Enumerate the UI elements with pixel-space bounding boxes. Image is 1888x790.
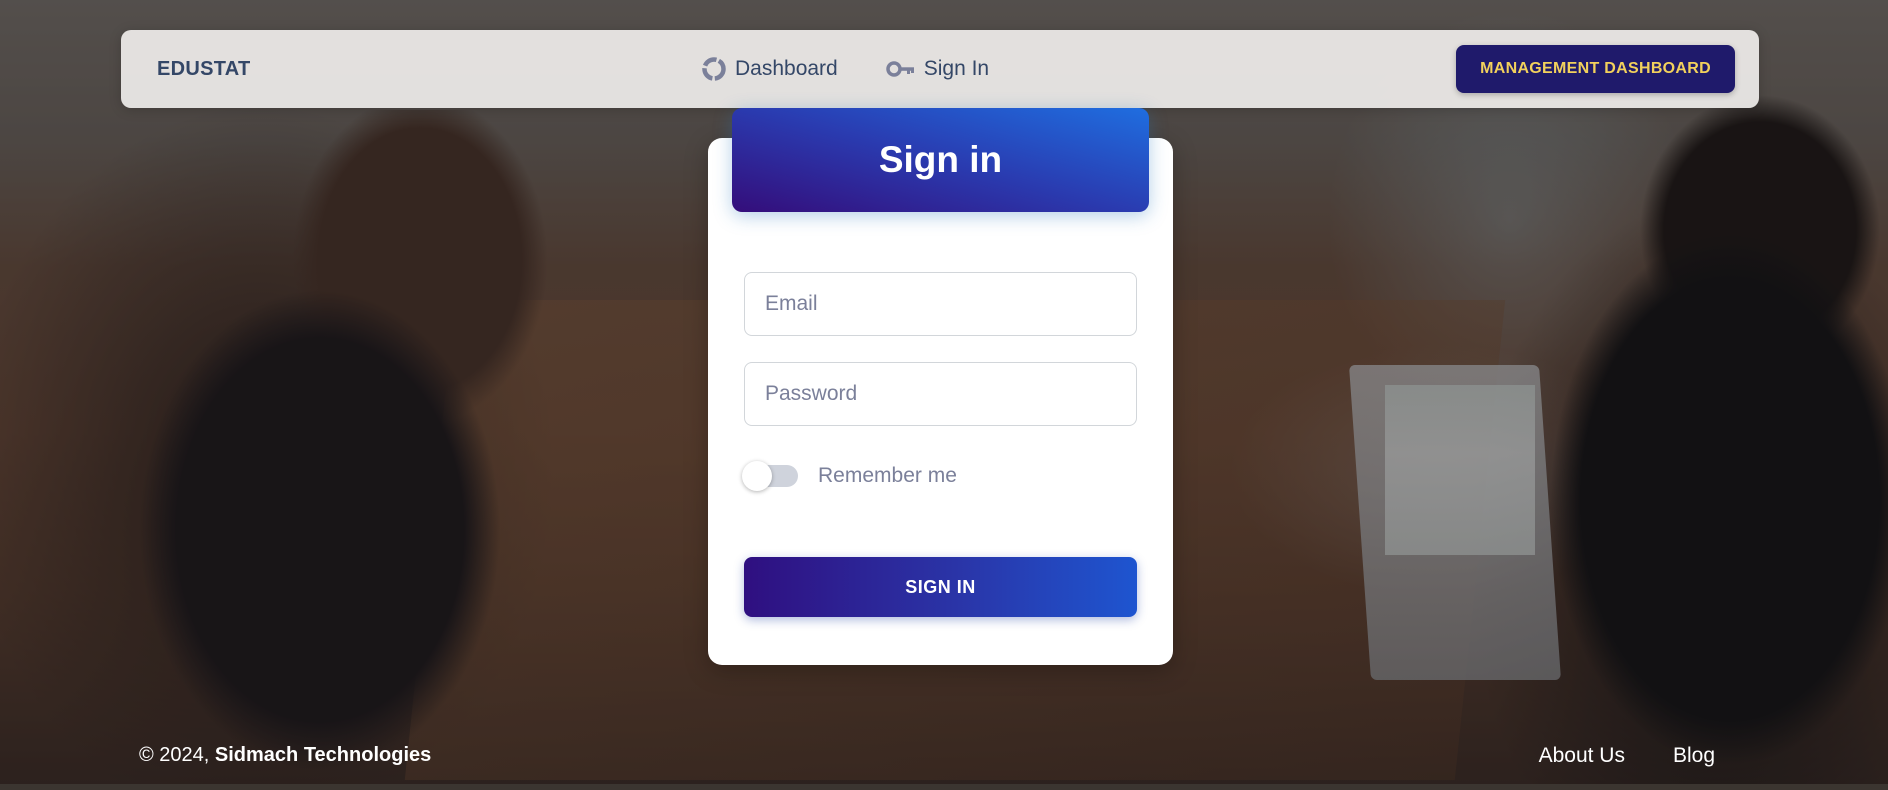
company-link[interactable]: Sidmach Technologies bbox=[215, 744, 431, 766]
donut-chart-icon bbox=[701, 56, 727, 82]
footer-copyright: © 2024, Sidmach Technologies bbox=[139, 744, 431, 767]
card-title: Sign in bbox=[878, 139, 1003, 180]
sign-in-button[interactable]: SIGN IN bbox=[744, 557, 1137, 617]
nav-link-sign-in[interactable]: Sign In bbox=[885, 57, 990, 81]
nav-links: Dashboard Sign In bbox=[701, 30, 989, 108]
nav-link-dashboard[interactable]: Dashboard bbox=[701, 56, 838, 82]
remember-me-toggle[interactable] bbox=[742, 461, 798, 491]
email-field[interactable] bbox=[744, 272, 1137, 336]
nav-link-sign-in-label: Sign In bbox=[923, 57, 990, 80]
copyright-text: © 2024, bbox=[139, 744, 210, 766]
brand-logo-text[interactable]: EDUSTAT bbox=[157, 30, 251, 108]
remember-me-row: Remember me bbox=[742, 461, 957, 491]
sign-in-card: Sign in Remember me SIGN IN bbox=[708, 108, 1173, 665]
key-icon bbox=[885, 59, 916, 79]
password-field[interactable] bbox=[744, 362, 1137, 426]
top-navbar: EDUSTAT Dashboard Sign In MANAGEMENT DAS… bbox=[121, 30, 1759, 108]
footer-links: About Us Blog bbox=[1539, 744, 1715, 768]
management-dashboard-button[interactable]: MANAGEMENT DASHBOARD bbox=[1456, 45, 1735, 93]
email-input[interactable] bbox=[745, 273, 1136, 335]
footer-link-blog[interactable]: Blog bbox=[1673, 744, 1715, 768]
toggle-knob bbox=[742, 461, 772, 491]
remember-me-label[interactable]: Remember me bbox=[818, 464, 957, 488]
nav-link-dashboard-label: Dashboard bbox=[735, 57, 838, 80]
card-header: Sign in bbox=[732, 108, 1149, 212]
password-input[interactable] bbox=[745, 363, 1136, 425]
footer-link-about-us[interactable]: About Us bbox=[1539, 744, 1625, 768]
